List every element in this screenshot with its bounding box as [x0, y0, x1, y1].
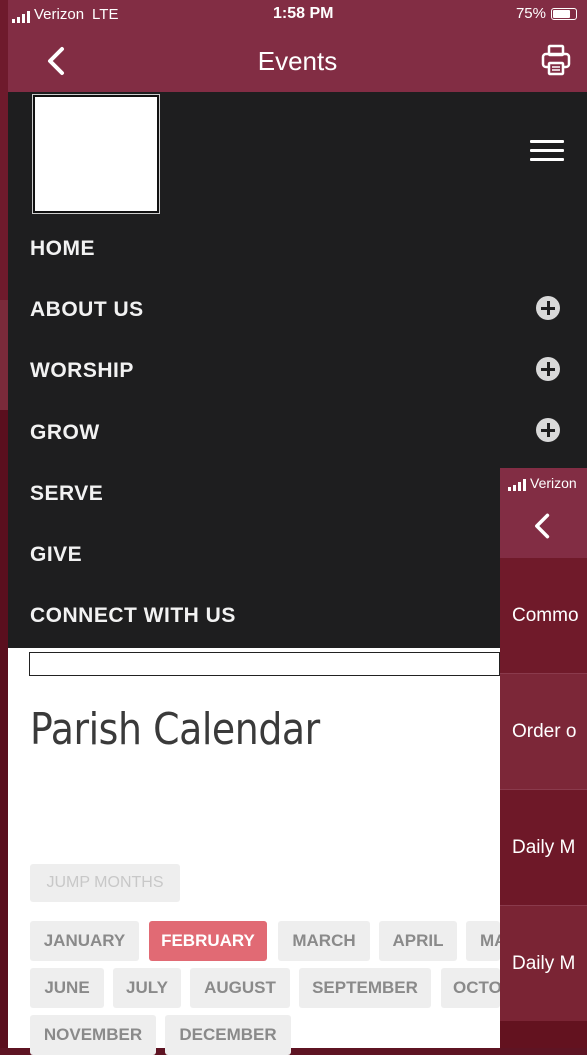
printer-icon[interactable] [541, 44, 571, 76]
side-list-row[interactable]: Daily M [500, 906, 587, 1021]
expand-plus-icon[interactable] [536, 296, 560, 320]
side-status-bar: Verizon [500, 468, 587, 496]
battery-percent: 75% [515, 5, 546, 22]
month-september[interactable]: SEPTEMBER [299, 968, 431, 1008]
menu-item-about-us[interactable]: ABOUT US [30, 298, 144, 322]
content-banner-placeholder [29, 652, 500, 676]
month-october[interactable]: OCTO [441, 968, 500, 1008]
month-june[interactable]: JUNE [30, 968, 104, 1008]
side-list-row[interactable]: Commo [500, 558, 587, 673]
side-carrier-info: Verizon [508, 475, 577, 491]
hamburger-menu-icon[interactable] [530, 140, 564, 164]
page-title: Parish Calendar [30, 704, 320, 755]
nav-title: Events [257, 46, 338, 76]
menu-item-give[interactable]: GIVE [30, 543, 82, 567]
menu-item-serve[interactable]: SERVE [30, 482, 103, 506]
carrier-info: Verizon LTE [12, 6, 118, 23]
month-may[interactable]: MA [466, 921, 500, 961]
logo-placeholder [32, 94, 160, 214]
signal-icon [12, 11, 30, 23]
network-type: LTE [92, 6, 119, 23]
month-april[interactable]: APRIL [379, 921, 457, 961]
month-august[interactable]: AUGUST [190, 968, 290, 1008]
jump-months-button[interactable]: JUMP MONTHS [30, 864, 180, 902]
nav-bar: Events [8, 30, 587, 92]
month-february[interactable]: FEBRUARY [149, 921, 267, 961]
month-december[interactable]: DECEMBER [165, 1015, 291, 1055]
month-november[interactable]: NOVEMBER [30, 1015, 156, 1055]
battery-status: 75% [516, 5, 577, 22]
month-january[interactable]: JANUARY [30, 921, 139, 961]
status-bar: Verizon LTE 1:58 PM 75% [8, 0, 587, 30]
status-time: 1:58 PM [273, 5, 334, 22]
menu-item-home[interactable]: HOME [30, 237, 95, 261]
battery-icon [551, 7, 577, 20]
battery-fill [553, 9, 570, 18]
side-row-label: Daily M [512, 952, 576, 974]
month-march[interactable]: MARCH [278, 921, 370, 961]
chevron-left-icon[interactable] [528, 510, 558, 542]
side-list-row[interactable]: Order o [500, 674, 587, 789]
month-july[interactable]: JULY [113, 968, 181, 1008]
signal-icon [508, 479, 526, 491]
expand-plus-icon[interactable] [536, 357, 560, 381]
calendar-page: Parish Calendar JUMP MONTHS JANUARY FEBR… [8, 648, 500, 1055]
side-carrier-name: Verizon [530, 475, 577, 491]
side-row-label: Daily M [512, 836, 576, 858]
side-nav-bar [500, 496, 587, 558]
menu-item-grow[interactable]: GROW [30, 421, 100, 445]
menu-item-connect-with-us[interactable]: CONNECT WITH US [30, 604, 236, 628]
side-list-row[interactable]: Daily M [500, 790, 587, 905]
carrier-name: Verizon [34, 6, 85, 23]
side-row-label: Commo [512, 604, 579, 626]
expand-plus-icon[interactable] [536, 418, 560, 442]
menu-item-worship[interactable]: WORSHIP [30, 359, 134, 383]
side-list-row-partial [500, 1021, 587, 1048]
side-row-label: Order o [512, 720, 577, 742]
